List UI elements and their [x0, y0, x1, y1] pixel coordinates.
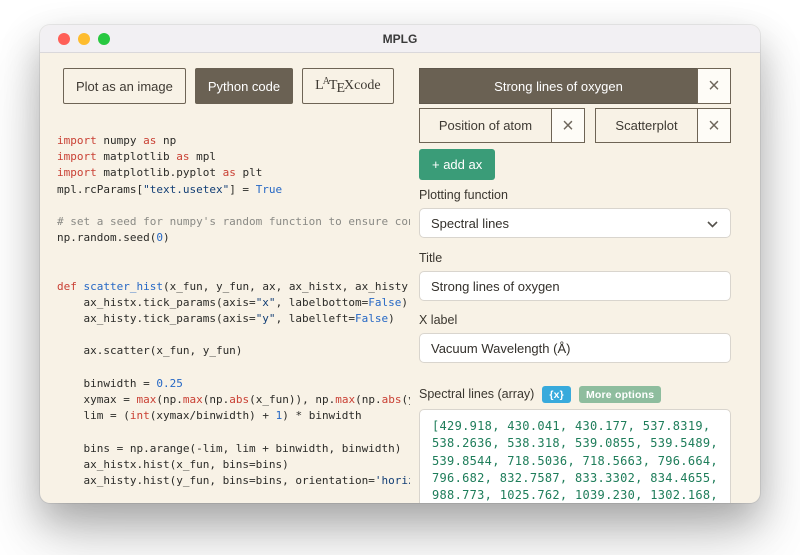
spectral-lines-array-input[interactable]: [429.918, 430.041, 430.177, 537.8319, 53…: [419, 409, 731, 503]
plotting-function-value: Spectral lines: [431, 215, 510, 231]
latex-code-button[interactable]: LATEX code: [302, 68, 394, 104]
output-mode-toolbar: Plot as an image Python code LATEX code: [63, 68, 394, 104]
title-input[interactable]: [419, 271, 731, 301]
python-code-button[interactable]: Python code: [194, 68, 294, 104]
minimize-window-button[interactable]: [78, 33, 90, 45]
tab-scatterplot: Scatterplot ×: [595, 108, 731, 143]
close-window-button[interactable]: [58, 33, 70, 45]
close-icon[interactable]: ×: [697, 108, 731, 143]
title-field-label: Title: [419, 251, 443, 265]
window-body: Plot as an image Python code LATEX code …: [40, 53, 760, 503]
x-label-input[interactable]: [419, 333, 731, 363]
chevron-down-icon: [707, 221, 718, 228]
close-icon[interactable]: ×: [697, 68, 731, 104]
zoom-window-button[interactable]: [98, 33, 110, 45]
axes-config-panel: Strong lines of oxygen × Position of ato…: [419, 68, 731, 503]
more-options-badge[interactable]: More options: [578, 386, 662, 403]
code-editor[interactable]: import numpy as np import matplotlib as m…: [57, 133, 410, 501]
tab-position-of-atom-label[interactable]: Position of atom: [419, 108, 552, 143]
plotting-function-select[interactable]: Spectral lines: [419, 208, 731, 238]
plotting-function-label: Plotting function: [419, 188, 508, 202]
add-ax-button[interactable]: + add ax: [419, 149, 496, 180]
close-icon[interactable]: ×: [551, 108, 585, 143]
window-title: MPLG: [382, 31, 418, 46]
window-controls: [58, 33, 110, 45]
tab-position-of-atom: Position of atom ×: [419, 108, 585, 143]
function-badge[interactable]: {x}: [542, 386, 571, 403]
spectral-lines-array-label: Spectral lines (array): [419, 387, 535, 401]
screenshot-stage: MPLG Plot as an image Python code LATEX …: [0, 0, 800, 555]
app-window: MPLG Plot as an image Python code LATEX …: [40, 25, 760, 503]
latex-logo: LATEX: [315, 75, 355, 96]
tab-strong-lines-of-oxygen-label[interactable]: Strong lines of oxygen: [419, 68, 698, 104]
plot-as-image-button[interactable]: Plot as an image: [63, 68, 186, 104]
window-titlebar[interactable]: MPLG: [40, 25, 760, 53]
array-value: [429.918, 430.041, 430.177, 537.8319, 53…: [432, 419, 718, 503]
tab-strong-lines-of-oxygen: Strong lines of oxygen ×: [419, 68, 731, 104]
x-label-field-label: X label: [419, 313, 458, 327]
tab-scatterplot-label[interactable]: Scatterplot: [595, 108, 698, 143]
